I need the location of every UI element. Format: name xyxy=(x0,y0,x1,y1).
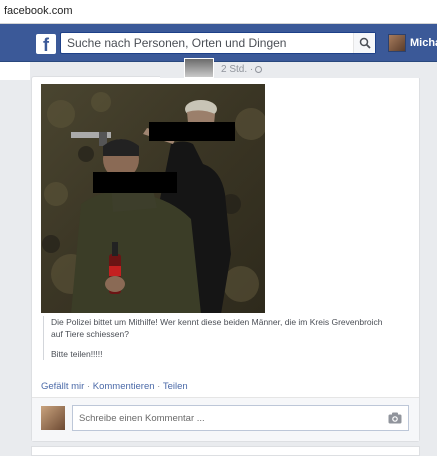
search-input[interactable] xyxy=(61,33,353,53)
share-link[interactable]: Teilen xyxy=(163,381,188,392)
post-timestamp[interactable]: 2 Std. · xyxy=(221,64,253,75)
censor-bar xyxy=(149,122,235,141)
separator: · xyxy=(86,381,91,392)
camera-icon[interactable] xyxy=(388,412,402,424)
censor-bar xyxy=(93,172,177,193)
post-text-line2: Bitte teilen!!!!! xyxy=(51,349,103,359)
post-message: Die Polizei bittet um Mithilfe! Wer kenn… xyxy=(43,316,383,360)
avatar[interactable] xyxy=(41,406,65,430)
globe-icon xyxy=(255,65,263,73)
post-actions: Gefällt mir · Kommentieren · Teilen xyxy=(41,381,188,392)
comment-input[interactable] xyxy=(73,406,373,430)
top-navigation-bar: f Micha xyxy=(0,24,437,62)
profile-name[interactable]: Micha xyxy=(410,37,437,49)
previous-post-time[interactable]: 2 Std. · xyxy=(221,64,263,75)
avatar[interactable] xyxy=(388,34,406,52)
search-button[interactable] xyxy=(353,33,375,53)
comment-area xyxy=(32,398,419,441)
previous-post-avatar[interactable] xyxy=(184,58,214,78)
photo-image xyxy=(41,84,265,313)
facebook-logo-icon[interactable]: f xyxy=(36,34,56,55)
browser-url-bar[interactable]: facebook.com xyxy=(0,0,437,24)
like-link[interactable]: Gefällt mir xyxy=(41,381,84,392)
search-box[interactable] xyxy=(60,32,376,54)
url-text[interactable]: facebook.com xyxy=(4,5,72,17)
next-post-card xyxy=(31,446,420,456)
separator: · xyxy=(157,381,161,392)
comment-link[interactable]: Kommentieren xyxy=(93,381,155,392)
post-text-line1: Die Polizei bittet um Mithilfe! Wer kenn… xyxy=(51,317,383,339)
comment-box[interactable] xyxy=(72,405,409,431)
post-photo[interactable] xyxy=(41,84,265,313)
left-panel xyxy=(0,62,30,80)
search-icon xyxy=(359,37,371,49)
